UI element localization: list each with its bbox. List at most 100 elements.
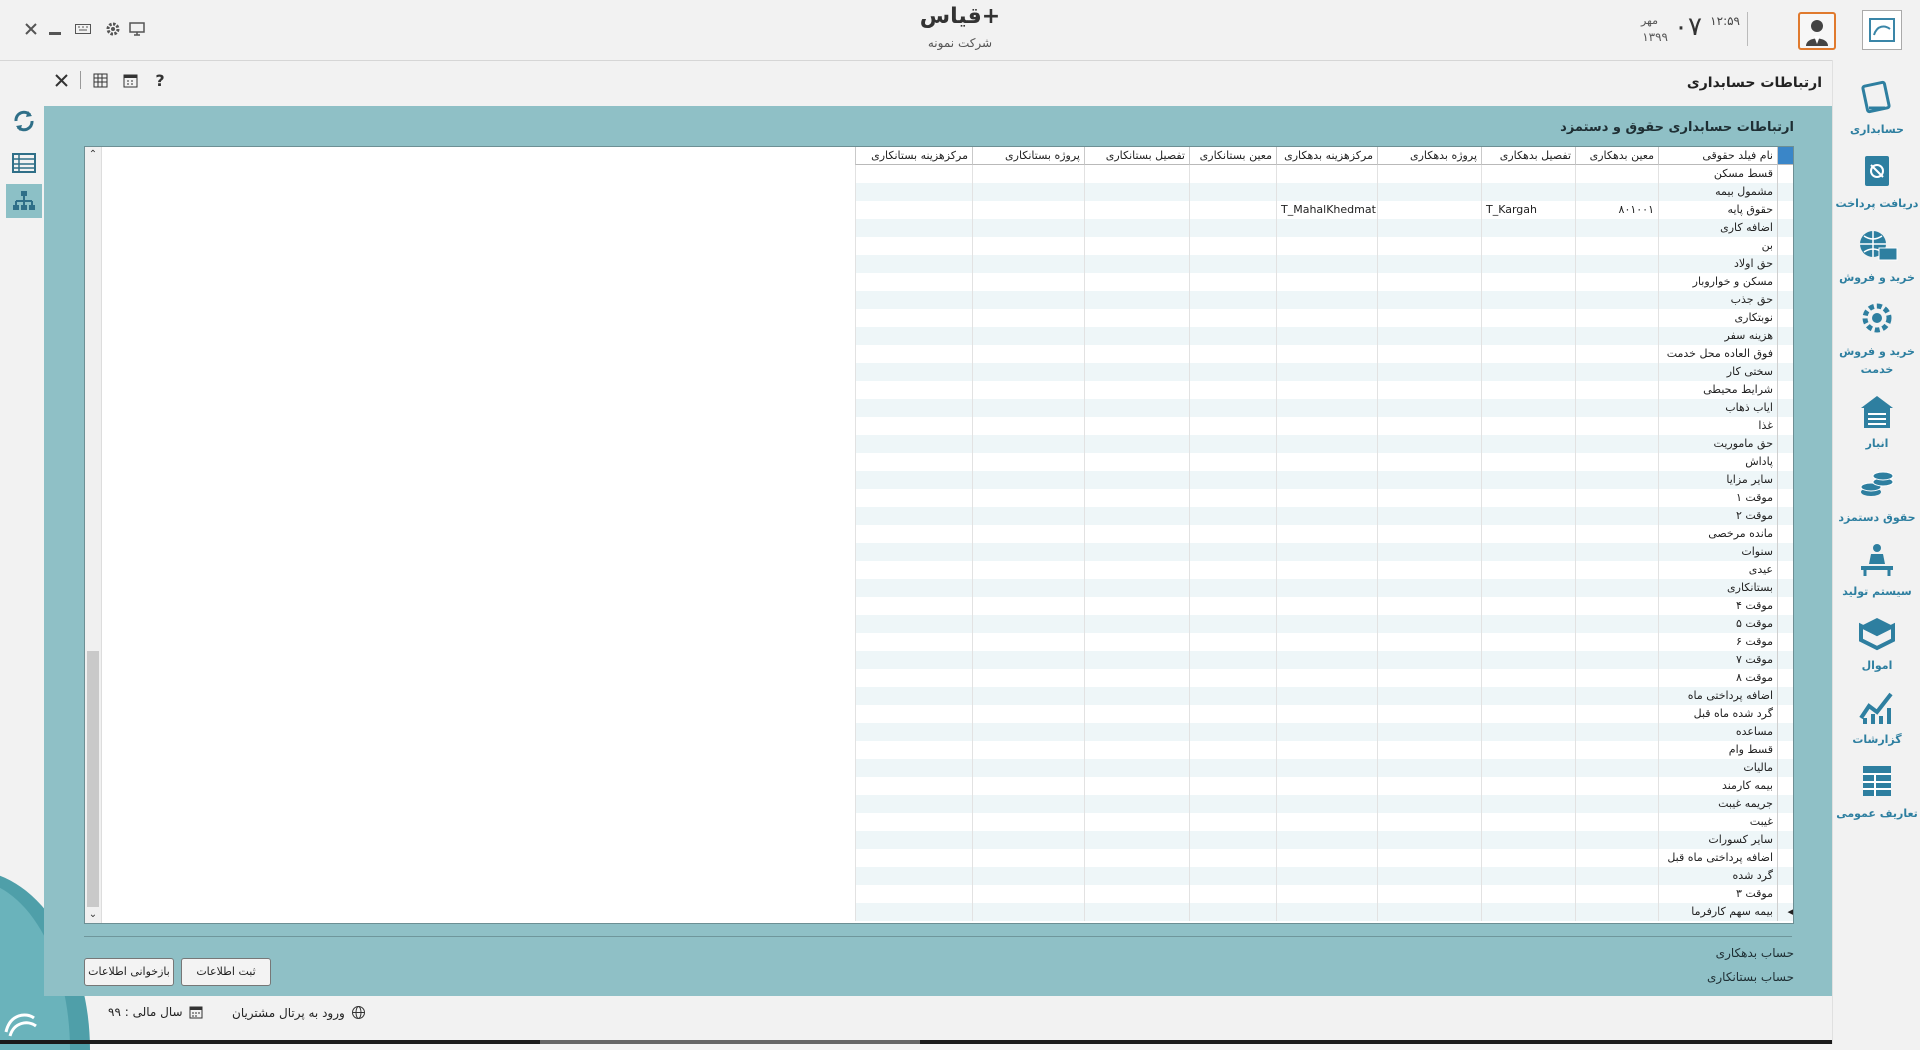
sidebar-item-warehouse[interactable]: انبار: [1833, 392, 1920, 453]
account-cell[interactable]: [1084, 363, 1189, 381]
row-selector[interactable]: [1777, 813, 1793, 831]
account-cell[interactable]: [1575, 831, 1658, 849]
account-cell[interactable]: [1276, 255, 1377, 273]
account-cell[interactable]: [1276, 165, 1377, 183]
row-selector[interactable]: ◂: [1777, 903, 1793, 921]
account-cell[interactable]: [1575, 579, 1658, 597]
account-cell[interactable]: [855, 723, 972, 741]
sidebar-item-services[interactable]: خرید و فروش خدمت: [1833, 300, 1920, 379]
row-selector[interactable]: [1777, 453, 1793, 471]
account-cell[interactable]: [1276, 831, 1377, 849]
close-form-button[interactable]: [50, 69, 72, 91]
account-cell[interactable]: [972, 687, 1084, 705]
account-cell[interactable]: [1377, 507, 1481, 525]
row-selector[interactable]: [1777, 363, 1793, 381]
account-cell[interactable]: [1276, 507, 1377, 525]
row-selector[interactable]: [1777, 525, 1793, 543]
account-cell[interactable]: [972, 903, 1084, 921]
account-cell[interactable]: [1481, 381, 1575, 399]
account-cell[interactable]: [1377, 849, 1481, 867]
user-avatar[interactable]: [1798, 12, 1836, 50]
account-cell[interactable]: [972, 849, 1084, 867]
account-cell[interactable]: [1276, 327, 1377, 345]
account-cell[interactable]: [1189, 255, 1276, 273]
account-cell[interactable]: [855, 435, 972, 453]
account-cell[interactable]: [1575, 651, 1658, 669]
table-row[interactable]: موقت ۶: [855, 633, 1793, 651]
account-cell[interactable]: [1377, 381, 1481, 399]
save-button[interactable]: ثبت اطلاعات: [181, 958, 271, 986]
account-cell[interactable]: [972, 435, 1084, 453]
account-cell[interactable]: [1189, 903, 1276, 921]
account-cell[interactable]: [1276, 885, 1377, 903]
account-cell[interactable]: [1189, 723, 1276, 741]
account-cell[interactable]: [1189, 651, 1276, 669]
account-cell[interactable]: [1377, 435, 1481, 453]
account-cell[interactable]: [972, 795, 1084, 813]
account-cell[interactable]: [1189, 597, 1276, 615]
account-cell[interactable]: [1575, 561, 1658, 579]
account-cell[interactable]: [1575, 507, 1658, 525]
account-cell[interactable]: [1377, 363, 1481, 381]
account-cell[interactable]: [1481, 597, 1575, 615]
account-cell[interactable]: [972, 579, 1084, 597]
account-cell[interactable]: [1377, 471, 1481, 489]
account-cell[interactable]: [1276, 669, 1377, 687]
account-cell[interactable]: [855, 867, 972, 885]
account-cell[interactable]: [1377, 255, 1481, 273]
account-cell[interactable]: [1575, 597, 1658, 615]
calendar-button[interactable]: [119, 69, 141, 91]
account-cell[interactable]: [1084, 291, 1189, 309]
table-row[interactable]: اضافه کاری: [855, 219, 1793, 237]
account-cell[interactable]: [1481, 903, 1575, 921]
account-cell[interactable]: [1189, 525, 1276, 543]
account-cell[interactable]: [1189, 165, 1276, 183]
account-cell[interactable]: [855, 309, 972, 327]
account-cell[interactable]: [1189, 543, 1276, 561]
account-cell[interactable]: [972, 723, 1084, 741]
account-cell[interactable]: [855, 597, 972, 615]
account-cell[interactable]: [1575, 381, 1658, 399]
account-cell[interactable]: [972, 291, 1084, 309]
account-cell[interactable]: [1377, 867, 1481, 885]
account-cell[interactable]: [1189, 435, 1276, 453]
account-cell[interactable]: [1481, 345, 1575, 363]
account-cell[interactable]: [1189, 777, 1276, 795]
account-cell[interactable]: [1189, 705, 1276, 723]
account-cell[interactable]: [1481, 327, 1575, 345]
account-cell[interactable]: [1575, 525, 1658, 543]
display-button[interactable]: [126, 18, 148, 40]
account-cell[interactable]: [1377, 525, 1481, 543]
account-cell[interactable]: [1084, 705, 1189, 723]
table-row[interactable]: مالیات: [855, 759, 1793, 777]
account-cell[interactable]: [1575, 309, 1658, 327]
row-selector[interactable]: [1777, 741, 1793, 759]
table-row[interactable]: سنوات: [855, 543, 1793, 561]
account-cell[interactable]: [1377, 345, 1481, 363]
account-cell[interactable]: [1189, 417, 1276, 435]
row-selector[interactable]: [1777, 345, 1793, 363]
sidebar-item-payment[interactable]: دریافت پرداخت: [1833, 152, 1920, 213]
account-cell[interactable]: [1084, 777, 1189, 795]
account-cell[interactable]: [855, 381, 972, 399]
table-row[interactable]: مانده مرخصی: [855, 525, 1793, 543]
minimize-button[interactable]: [44, 18, 66, 40]
account-cell[interactable]: [972, 507, 1084, 525]
account-cell[interactable]: [1189, 273, 1276, 291]
row-selector[interactable]: [1777, 219, 1793, 237]
account-cell[interactable]: [1481, 579, 1575, 597]
account-cell[interactable]: [855, 273, 972, 291]
table-row[interactable]: اضافه پرداختی ماه: [855, 687, 1793, 705]
account-cell[interactable]: [1481, 165, 1575, 183]
account-cell[interactable]: [1575, 471, 1658, 489]
table-row[interactable]: مسکن و خواروبار: [855, 273, 1793, 291]
account-cell[interactable]: [855, 237, 972, 255]
row-selector[interactable]: [1777, 471, 1793, 489]
table-row[interactable]: موقت ۲: [855, 507, 1793, 525]
sidebar-item-reports[interactable]: گزارشات: [1833, 688, 1920, 749]
sidebar-item-assets[interactable]: اموال: [1833, 614, 1920, 675]
account-cell[interactable]: [1481, 363, 1575, 381]
account-cell[interactable]: [1377, 759, 1481, 777]
row-selector[interactable]: [1777, 687, 1793, 705]
row-selector[interactable]: [1777, 615, 1793, 633]
